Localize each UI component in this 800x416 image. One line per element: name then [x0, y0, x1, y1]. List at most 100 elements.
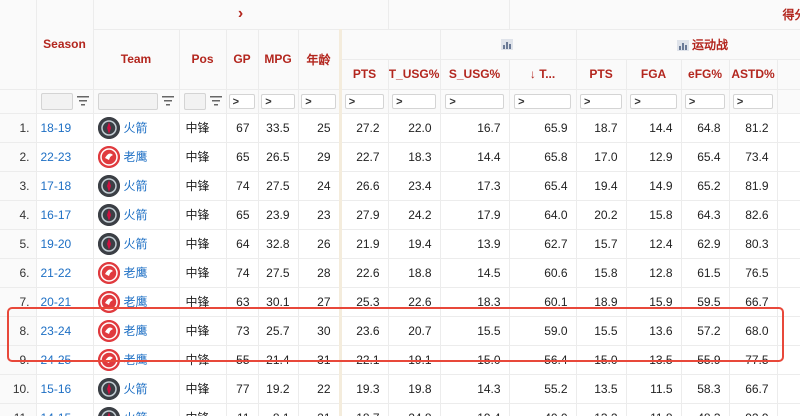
- t-cell: 59.0: [509, 316, 577, 346]
- team-link[interactable]: 火箭: [124, 206, 148, 223]
- season-link[interactable]: 16-17: [36, 200, 94, 230]
- s-usg-filter[interactable]: >: [440, 89, 510, 114]
- table-row[interactable]: 2. 22-23 老鹰 中锋 65 26.5 29 22.7 18.3 14.4 65.8 17.0 1…: [0, 142, 800, 172]
- table-row[interactable]: 8. 23-24 老鹰 中锋 73 25.7 30 23.6 20.7 15.5 59.0 15.5 1…: [0, 316, 800, 346]
- run-pts-filter-input[interactable]: >: [579, 93, 623, 109]
- team-link[interactable]: 老鹰: [124, 322, 148, 339]
- team-cell[interactable]: 火箭: [93, 113, 180, 143]
- pos-filter[interactable]: [179, 89, 227, 114]
- season-link[interactable]: 17-18: [36, 171, 94, 201]
- pos-cell: 中锋: [179, 113, 227, 143]
- season-link[interactable]: 21-22: [36, 258, 94, 288]
- team-link[interactable]: 老鹰: [124, 264, 148, 281]
- efg-filter-input[interactable]: >: [684, 93, 726, 109]
- season-link[interactable]: 20-21: [36, 287, 94, 317]
- team-cell[interactable]: 火箭: [93, 200, 180, 230]
- s-usg-cell: 14.4: [440, 142, 510, 172]
- team-link[interactable]: 火箭: [124, 409, 148, 416]
- astd-header[interactable]: ASTD%: [729, 59, 778, 90]
- bar-chart-icon[interactable]: [677, 39, 690, 51]
- t-usg-header[interactable]: T_USG%: [388, 59, 441, 90]
- season-link[interactable]: 18-19: [36, 113, 94, 143]
- t-sorted-header[interactable]: ↓ T...: [509, 59, 577, 90]
- team-cell[interactable]: 老鹰: [93, 345, 180, 375]
- subgroup-blank: [340, 29, 441, 60]
- fga-filter[interactable]: >: [626, 89, 682, 114]
- gp-header[interactable]: GP: [226, 29, 259, 90]
- table-row[interactable]: 7. 20-21 老鹰 中锋 63 30.1 27 25.3 22.6 18.3 60.1 18.9 1…: [0, 287, 800, 317]
- run-pts-header[interactable]: PTS: [576, 59, 627, 90]
- season-header[interactable]: Season: [36, 0, 94, 90]
- season-link[interactable]: 15-16: [36, 374, 94, 404]
- t-filter[interactable]: >: [509, 89, 577, 114]
- team-link[interactable]: 火箭: [124, 235, 148, 252]
- pos-header[interactable]: Pos: [179, 29, 227, 90]
- season-filter-input[interactable]: [40, 92, 73, 110]
- table-row[interactable]: 4. 16-17 火箭 中锋 65 23.9 23 27.9 24.2 17.9 64.0 20.2 1…: [0, 200, 800, 230]
- team-cell[interactable]: 火箭: [93, 403, 180, 416]
- mpg-filter-input[interactable]: >: [261, 93, 295, 109]
- team-link[interactable]: 老鹰: [124, 293, 148, 310]
- gp-filter[interactable]: >: [226, 89, 259, 114]
- subgroup-chart-1[interactable]: [440, 29, 577, 60]
- season-link[interactable]: 23-24: [36, 316, 94, 346]
- pts-header[interactable]: PTS: [340, 59, 389, 90]
- table-row[interactable]: 9. 24-25 老鹰 中锋 55 21.4 31 22.1 19.1 15.0 56.4 15.0 1…: [0, 345, 800, 375]
- team-cell[interactable]: 火箭: [93, 374, 180, 404]
- table-row[interactable]: 11.14-15 火箭 中锋118.12118.724.819.440.013.21…: [0, 403, 800, 416]
- filter-icon[interactable]: [209, 96, 222, 106]
- age-filter-input[interactable]: >: [301, 93, 336, 109]
- team-cell[interactable]: 老鹰: [93, 316, 180, 346]
- season-link[interactable]: 19-20: [36, 229, 94, 259]
- age-header[interactable]: 年龄: [298, 29, 342, 90]
- row-spacer: [777, 403, 800, 416]
- bar-chart-icon[interactable]: [500, 39, 513, 51]
- pos-filter-input[interactable]: [183, 92, 206, 110]
- mpg-filter[interactable]: >: [258, 89, 299, 114]
- table-row[interactable]: 10. 15-16 火箭 中锋 77 19.2 22 19.3 19.8 14.3 55.2 13.5…: [0, 374, 800, 404]
- t-usg-filter-input[interactable]: >: [392, 93, 436, 109]
- astd-filter[interactable]: >: [729, 89, 778, 114]
- efg-filter[interactable]: >: [681, 89, 730, 114]
- table-row[interactable]: 5. 19-20 火箭 中锋 64 32.8 26 21.9 19.4 13.9 62.7 15.7 1…: [0, 229, 800, 259]
- age-cell: 24: [298, 171, 342, 201]
- mpg-header[interactable]: MPG: [258, 29, 299, 90]
- pts-filter-input[interactable]: >: [344, 93, 385, 109]
- team-cell[interactable]: 老鹰: [93, 287, 180, 317]
- fga-header[interactable]: FGA: [626, 59, 682, 90]
- season-link[interactable]: 22-23: [36, 142, 94, 172]
- table-row[interactable]: 6. 21-22 老鹰 中锋 74 27.5 28 22.6 18.8 14.5 60.6 15.8 1…: [0, 258, 800, 288]
- age-filter[interactable]: >: [298, 89, 342, 114]
- team-header[interactable]: Team: [93, 29, 180, 90]
- astd-filter-input[interactable]: >: [732, 93, 774, 109]
- season-filter[interactable]: [36, 89, 94, 114]
- team-cell[interactable]: 老鹰: [93, 258, 180, 288]
- team-link[interactable]: 老鹰: [124, 148, 148, 165]
- gp-filter-input[interactable]: >: [228, 93, 256, 109]
- table-row[interactable]: 3. 17-18 火箭 中锋 74 27.5 24 26.6 23.4 17.3 65.4 19.4 1…: [0, 171, 800, 201]
- season-link[interactable]: 14-15: [36, 403, 94, 416]
- team-filter[interactable]: [93, 89, 180, 114]
- fga-filter-input[interactable]: >: [630, 93, 677, 109]
- team-link[interactable]: 火箭: [124, 119, 148, 136]
- run-group-header[interactable]: 运动战: [576, 29, 800, 60]
- team-cell[interactable]: 火箭: [93, 171, 180, 201]
- team-cell[interactable]: 老鹰: [93, 142, 180, 172]
- table-row[interactable]: 1. 18-19 火箭 中锋 67 33.5 25 27.2 22.0 16.7 65.9 18.7 1…: [0, 113, 800, 143]
- efg-header[interactable]: eFG%: [681, 59, 730, 90]
- season-link[interactable]: 24-25: [36, 345, 94, 375]
- t-filter-input[interactable]: >: [514, 93, 571, 109]
- t-usg-filter[interactable]: >: [388, 89, 441, 114]
- group-expand-arrow[interactable]: ›: [93, 0, 389, 30]
- s-usg-filter-input[interactable]: >: [445, 93, 504, 109]
- s-usg-header[interactable]: S_USG%: [440, 59, 510, 90]
- team-link[interactable]: 老鹰: [124, 351, 148, 368]
- team-filter-input[interactable]: [98, 92, 158, 110]
- team-cell[interactable]: 火箭: [93, 229, 180, 259]
- team-link[interactable]: 火箭: [124, 177, 148, 194]
- filter-icon[interactable]: [76, 96, 89, 106]
- filter-icon[interactable]: [162, 96, 174, 106]
- run-pts-filter[interactable]: >: [576, 89, 627, 114]
- pts-filter[interactable]: >: [340, 89, 389, 114]
- team-link[interactable]: 火箭: [124, 380, 148, 397]
